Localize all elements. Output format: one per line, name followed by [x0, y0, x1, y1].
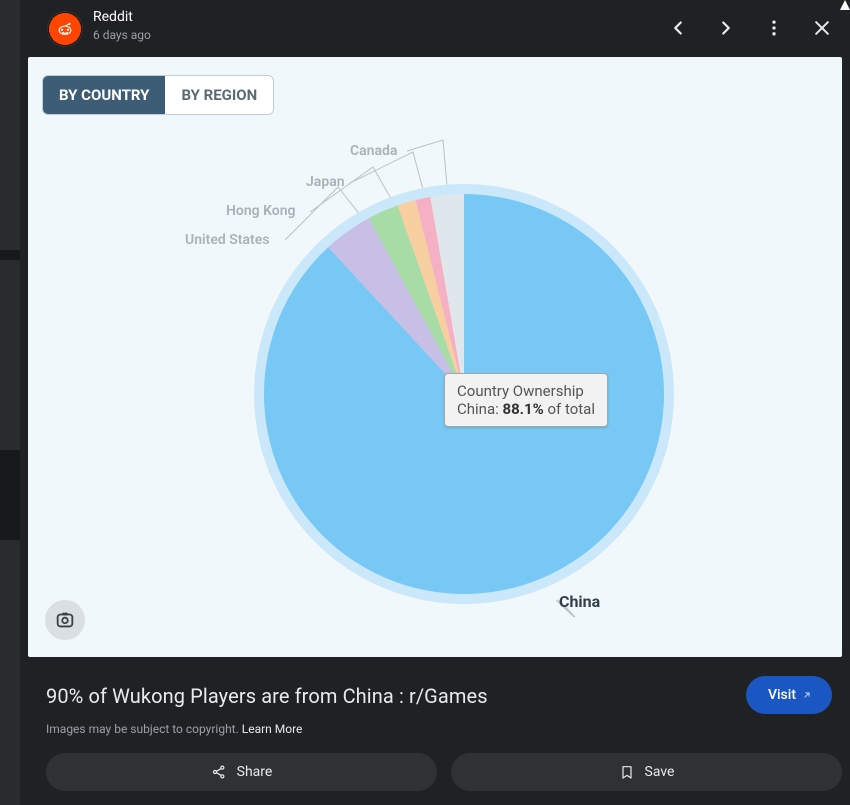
- action-row: Share Save: [46, 753, 842, 791]
- visit-button[interactable]: Visit: [746, 676, 832, 714]
- visit-label: Visit: [768, 687, 796, 703]
- source-name: Reddit: [93, 8, 151, 26]
- chart-tabs: BY COUNTRY BY REGION: [42, 75, 274, 115]
- bookmark-icon: [619, 764, 635, 780]
- slice-label-hk: Hong Kong: [226, 203, 296, 219]
- chart-image: BY COUNTRY BY REGION China United States…: [28, 57, 842, 657]
- tab-by-region[interactable]: BY REGION: [165, 76, 273, 114]
- share-button[interactable]: Share: [46, 753, 437, 791]
- lens-button[interactable]: [45, 600, 85, 640]
- next-button[interactable]: [704, 6, 748, 50]
- save-button[interactable]: Save: [451, 753, 842, 791]
- copyright-notice: Images may be subject to copyright. Lear…: [46, 722, 302, 736]
- chevron-right-icon: [715, 17, 737, 39]
- learn-more-link[interactable]: Learn More: [242, 722, 303, 736]
- image-viewer: Reddit 6 days ago BY COUNTRY BY REGION: [20, 0, 850, 805]
- slice-label-canada: Canada: [350, 143, 397, 159]
- share-label: Share: [237, 764, 273, 780]
- thumbnail-rail: [0, 0, 20, 805]
- tooltip-line: China: 88.1% of total: [457, 400, 595, 418]
- share-icon: [211, 764, 227, 780]
- viewer-header: Reddit 6 days ago: [20, 0, 850, 57]
- close-button[interactable]: [800, 6, 844, 50]
- close-icon: [812, 18, 832, 38]
- chevron-left-icon: [667, 17, 689, 39]
- slice-label-usa: United States: [185, 232, 269, 248]
- reddit-icon: [55, 19, 75, 39]
- prev-button[interactable]: [656, 6, 700, 50]
- source-time: 6 days ago: [93, 26, 151, 44]
- thumbnail[interactable]: [0, 540, 20, 805]
- save-label: Save: [645, 764, 675, 780]
- thumbnail[interactable]: [0, 0, 20, 250]
- external-icon: [802, 690, 812, 700]
- source-avatar[interactable]: [47, 11, 83, 47]
- lens-icon: [54, 609, 76, 631]
- source-text[interactable]: Reddit 6 days ago: [93, 8, 151, 44]
- thumbnail[interactable]: [0, 260, 20, 450]
- slice-label-china: China: [559, 592, 600, 611]
- tab-by-country[interactable]: BY COUNTRY: [43, 76, 165, 114]
- image-title[interactable]: 90% of Wukong Players are from China : r…: [46, 684, 488, 708]
- more-vert-icon: [764, 18, 784, 38]
- more-button[interactable]: [752, 6, 796, 50]
- tooltip-title: Country Ownership: [457, 382, 595, 400]
- chart-tooltip: Country Ownership China: 88.1% of total: [444, 373, 608, 427]
- slice-label-japan: Japan: [306, 174, 345, 190]
